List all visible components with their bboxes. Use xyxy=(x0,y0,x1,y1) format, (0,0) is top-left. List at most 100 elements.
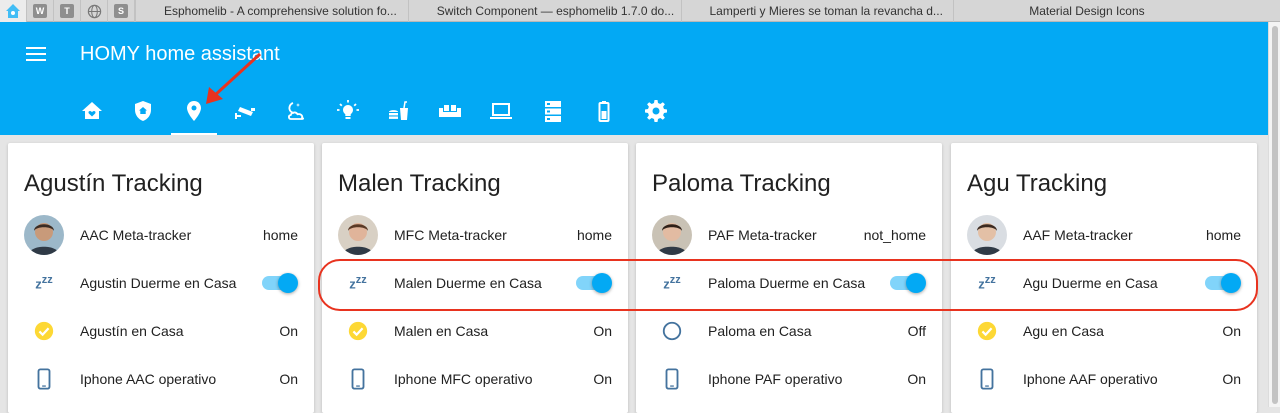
tab-kitchen[interactable] xyxy=(376,97,422,135)
pinned-tab-home-assistant[interactable] xyxy=(0,0,27,22)
phone-row[interactable]: Iphone MFC operativo On xyxy=(338,357,612,401)
phone-row[interactable]: Iphone AAC operativo On xyxy=(24,357,298,401)
avatar xyxy=(652,215,692,255)
t-icon: T xyxy=(60,4,74,18)
tracker-state: home xyxy=(262,227,298,243)
tracker-name: MFC Meta-tracker xyxy=(394,227,507,243)
home-assistant-icon xyxy=(6,4,20,18)
page-scrollbar[interactable] xyxy=(1268,22,1280,407)
tab-computers[interactable] xyxy=(478,97,524,135)
sleep-toggle[interactable] xyxy=(262,272,298,294)
server-icon xyxy=(545,101,561,122)
presence-state: Off xyxy=(907,323,926,339)
phone-state: On xyxy=(279,371,298,387)
presence-name: Agustín en Casa xyxy=(80,323,184,339)
presence-row[interactable]: Agustín en Casa On xyxy=(24,309,298,353)
browser-tab-title: Lamperti y Mieres se toman la revancha d… xyxy=(709,4,943,18)
presence-state: On xyxy=(593,323,612,339)
lightbulb-on-icon xyxy=(337,100,359,119)
pinned-tab-s[interactable]: S xyxy=(108,0,135,22)
phone-name: Iphone AAC operativo xyxy=(80,371,217,387)
presence-row[interactable]: Malen en Casa On xyxy=(338,309,612,353)
app-header: HOMY home assistant xyxy=(0,22,1268,135)
pinned-tab-w[interactable]: W xyxy=(27,0,54,22)
phone-name: Iphone PAF operativo xyxy=(708,371,843,387)
sofa-icon xyxy=(439,105,461,117)
cellphone-icon xyxy=(665,368,679,390)
globe-icon xyxy=(87,4,101,18)
tab-settings[interactable] xyxy=(633,97,679,135)
tracker-name: PAF Meta-tracker xyxy=(708,227,817,243)
phone-name: Iphone MFC operativo xyxy=(394,371,533,387)
tracker-name: AAF Meta-tracker xyxy=(1023,227,1133,243)
pinned-tabs: W T S xyxy=(0,0,135,22)
browser-tab[interactable]: Lamperti y Mieres se toman la revancha d… xyxy=(680,0,954,22)
card-title: Paloma Tracking xyxy=(652,170,831,197)
tracker-row[interactable]: AAF Meta-tracker home xyxy=(967,213,1241,257)
tracker-state: home xyxy=(1205,227,1241,243)
cellphone-icon xyxy=(351,368,365,390)
tracker-row[interactable]: PAF Meta-tracker not_home xyxy=(652,213,926,257)
avatar xyxy=(24,215,64,255)
sleep-toggles-highlight xyxy=(318,259,1258,311)
tracker-row[interactable]: MFC Meta-tracker home xyxy=(338,213,612,257)
phone-state: On xyxy=(907,371,926,387)
avatar xyxy=(967,215,1007,255)
phone-state: On xyxy=(593,371,612,387)
tab-lights[interactable] xyxy=(325,97,371,135)
check-circle-icon xyxy=(348,321,368,341)
circle-outline-icon xyxy=(662,321,682,341)
browser-tab[interactable]: Material Design Icons xyxy=(953,0,1280,22)
tab-home[interactable] xyxy=(69,97,115,135)
phone-row[interactable]: Iphone AAF operativo On xyxy=(967,357,1241,401)
tracker-state: home xyxy=(576,227,612,243)
tracking-card: Agustín Tracking AAC Meta-tracker home z… xyxy=(8,143,314,413)
card-title: Agustín Tracking xyxy=(24,170,203,197)
cellphone-icon xyxy=(980,368,994,390)
check-circle-icon xyxy=(977,321,997,341)
settings-gear-icon xyxy=(645,100,667,122)
tab-weather[interactable] xyxy=(273,97,319,135)
home-heart-icon xyxy=(82,102,102,119)
sleep-name: Agustin Duerme en Casa xyxy=(80,275,237,291)
phone-row[interactable]: Iphone PAF operativo On xyxy=(652,357,926,401)
tracker-row[interactable]: AAC Meta-tracker home xyxy=(24,213,298,257)
browser-tab-title: Esphomelib - A comprehensive solution fo… xyxy=(164,4,397,18)
presence-row[interactable]: Agu en Casa On xyxy=(967,309,1241,353)
browser-tab-title: Switch Component — esphomelib 1.7.0 do..… xyxy=(436,4,675,18)
browser-tab[interactable]: Esphomelib - A comprehensive solution fo… xyxy=(135,0,408,22)
presence-row[interactable]: Paloma en Casa Off xyxy=(652,309,926,353)
card-title: Malen Tracking xyxy=(338,170,501,197)
browser-tab[interactable]: Switch Component — esphomelib 1.7.0 do..… xyxy=(407,0,681,22)
pinned-tab-globe[interactable] xyxy=(81,0,108,22)
red-arrow-annotation xyxy=(206,52,262,104)
browser-tab-title: Material Design Icons xyxy=(1029,4,1145,18)
phone-state: On xyxy=(1222,371,1241,387)
tracker-name: AAC Meta-tracker xyxy=(80,227,192,243)
weather-night-partly-cloudy-icon xyxy=(288,102,305,120)
presence-name: Paloma en Casa xyxy=(708,323,812,339)
tracker-state: not_home xyxy=(863,227,926,243)
shield-home-icon xyxy=(135,101,151,121)
presence-name: Agu en Casa xyxy=(1023,323,1104,339)
tab-batteries[interactable] xyxy=(581,97,627,135)
presence-state: On xyxy=(1222,323,1241,339)
check-circle-icon xyxy=(34,321,54,341)
browser-tab-strip: W T S Esphomelib - A comprehensive solut… xyxy=(0,0,1280,22)
food-drink-icon xyxy=(389,101,408,120)
s-icon: S xyxy=(114,4,128,18)
avatar xyxy=(338,215,378,255)
phone-name: Iphone AAF operativo xyxy=(1023,371,1158,387)
tab-security[interactable] xyxy=(120,97,166,135)
sleep-row: zzz Agustin Duerme en Casa xyxy=(24,261,298,305)
tab-living-room[interactable] xyxy=(427,97,473,135)
presence-state: On xyxy=(279,323,298,339)
battery-icon xyxy=(598,101,610,122)
pinned-tab-t[interactable]: T xyxy=(54,0,81,22)
laptop-icon xyxy=(490,103,512,119)
presence-name: Malen en Casa xyxy=(394,323,489,339)
card-title: Agu Tracking xyxy=(967,170,1108,197)
tab-servers[interactable] xyxy=(530,97,576,135)
menu-icon[interactable] xyxy=(26,46,46,62)
w-icon: W xyxy=(33,4,47,18)
